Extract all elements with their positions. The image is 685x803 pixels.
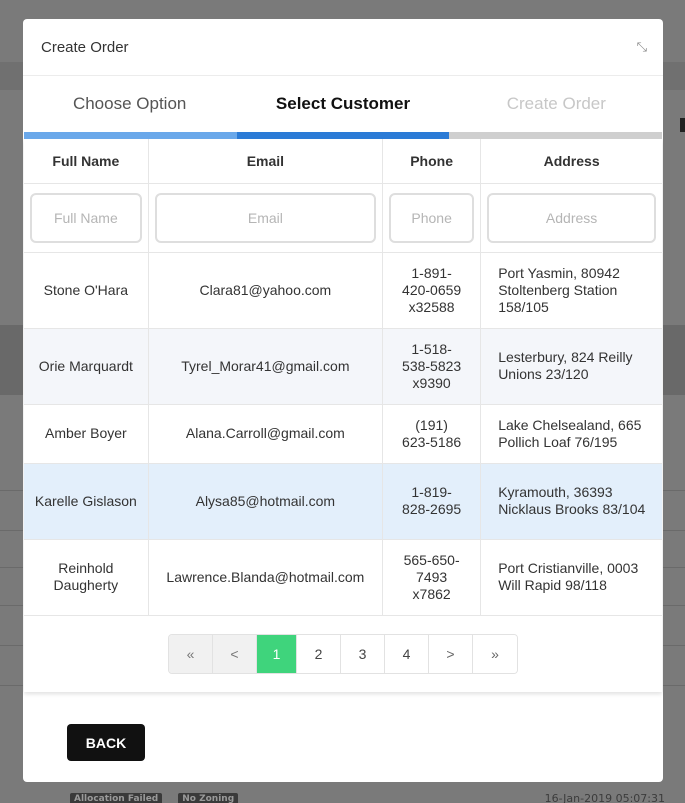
- background-timestamp: 16-Jan-2019 05:07:31: [544, 792, 665, 803]
- filter-row: [24, 183, 662, 253]
- table-header-row: Full Name Email Phone Address: [24, 139, 662, 184]
- cell-full-name: Reinhold Daugherty: [24, 539, 149, 616]
- phone-filter-input[interactable]: [389, 192, 475, 243]
- cell-address: Port Yasmin, 80942 Stoltenberg Station 1…: [480, 252, 662, 329]
- table-row[interactable]: Stone O'Hara Clara81@yahoo.com 1-891-420…: [24, 252, 662, 329]
- page-button-3[interactable]: 3: [341, 634, 385, 673]
- table-row[interactable]: Amber Boyer Alana.Carroll@gmail.com (191…: [24, 404, 662, 464]
- cell-full-name: Karelle Gislason: [24, 463, 149, 540]
- page-button-1[interactable]: 1: [257, 634, 297, 673]
- address-filter-input[interactable]: [487, 192, 656, 243]
- cell-phone: 1-891-420-0659 x32588: [382, 252, 482, 329]
- modal-header: Create Order ⤡: [23, 19, 663, 76]
- cell-address: Port Cristianville, 0003 Will Rapid 98/1…: [480, 539, 662, 616]
- table-row[interactable]: Reinhold Daugherty Lawrence.Blanda@hotma…: [24, 539, 662, 616]
- modal-title: Create Order: [41, 38, 129, 56]
- cell-email: Lawrence.Blanda@hotmail.com: [148, 539, 384, 616]
- collapse-icon[interactable]: ⤡: [637, 40, 648, 55]
- customer-table: Full Name Email Phone Address Stone O'Ha…: [24, 139, 662, 616]
- page-button-2[interactable]: 2: [297, 634, 341, 673]
- page-button-4[interactable]: 4: [385, 634, 429, 673]
- cell-full-name: Orie Marquardt: [24, 328, 149, 405]
- last-page-button[interactable]: »: [473, 634, 517, 673]
- cell-email: Alana.Carroll@gmail.com: [148, 404, 384, 464]
- full-name-filter-input[interactable]: [30, 192, 142, 243]
- cell-full-name: Amber Boyer: [24, 404, 149, 464]
- customer-table-panel: Full Name Email Phone Address Stone O'Ha…: [24, 139, 662, 692]
- prev-page-button[interactable]: <: [213, 634, 257, 673]
- email-filter-input[interactable]: [154, 192, 377, 243]
- cell-phone: (191) 623-5186: [382, 404, 482, 464]
- progress-segment-create-order: [449, 132, 663, 139]
- cell-phone: 565-650-7493 x7862: [382, 539, 482, 616]
- table-row[interactable]: Karelle Gislason Alysa85@hotmail.com 1-8…: [24, 463, 662, 540]
- first-page-button[interactable]: «: [169, 634, 213, 673]
- pagination: « < 1 2 3 4 > »: [168, 633, 518, 674]
- pagination-bar: « < 1 2 3 4 > »: [24, 616, 662, 692]
- step-select-customer[interactable]: Select Customer: [236, 76, 449, 132]
- column-header-address[interactable]: Address: [480, 139, 662, 184]
- cell-email: Tyrel_Morar41@gmail.com: [148, 328, 384, 405]
- cell-full-name: Stone O'Hara: [24, 252, 149, 329]
- cell-address: Kyramouth, 36393 Nicklaus Brooks 83/104: [480, 463, 662, 540]
- create-order-modal: Create Order ⤡ Choose Option Select Cust…: [23, 19, 663, 782]
- cell-phone: 1-518-538-5823 x9390: [382, 328, 482, 405]
- wizard-progress-bar: [24, 132, 663, 139]
- column-header-phone[interactable]: Phone: [382, 139, 482, 184]
- step-create-order: Create Order: [506, 94, 606, 113]
- table-row[interactable]: Orie Marquardt Tyrel_Morar41@gmail.com 1…: [24, 328, 662, 405]
- step-choose-option[interactable]: Choose Option: [23, 76, 236, 132]
- cell-address: Lake Chelsealand, 665 Pollich Loaf 76/19…: [480, 404, 662, 464]
- cell-email: Alysa85@hotmail.com: [148, 463, 384, 540]
- background-status-badge: No Zoning: [178, 793, 239, 803]
- column-header-full-name[interactable]: Full Name: [24, 139, 149, 184]
- background-marker: [680, 118, 685, 132]
- column-header-email[interactable]: Email: [148, 139, 384, 184]
- background-status-badge: Allocation Failed: [70, 793, 163, 803]
- next-page-button[interactable]: >: [429, 634, 473, 673]
- cell-address: Lesterbury, 824 Reilly Unions 23/120: [480, 328, 662, 405]
- cell-phone: 1-819-828-2695: [382, 463, 482, 540]
- progress-segment-select-customer: [236, 132, 450, 139]
- wizard-steps: Choose Option Select Customer Create Ord…: [23, 76, 663, 132]
- back-button[interactable]: BACK: [67, 724, 145, 761]
- progress-segment-choose-option: [24, 132, 237, 139]
- cell-email: Clara81@yahoo.com: [148, 252, 384, 329]
